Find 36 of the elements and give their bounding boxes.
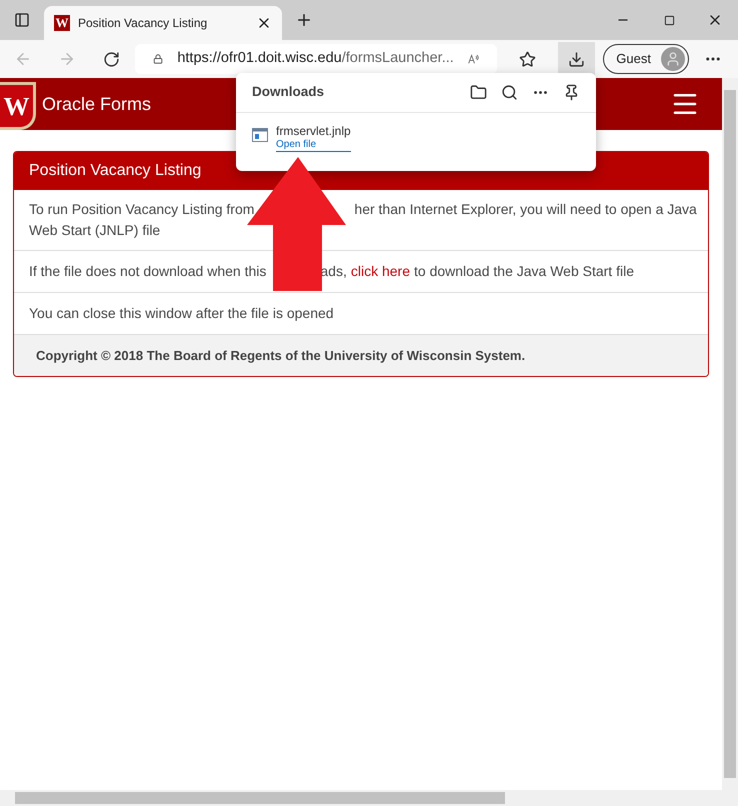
maximize-icon[interactable] xyxy=(664,14,674,26)
body-text: her than Internet Explorer, you will need to open a Java xyxy=(354,200,697,219)
new-tab-icon[interactable] xyxy=(295,11,313,29)
browser-tab[interactable]: W Position Vacancy Listing xyxy=(44,6,282,40)
favorites-icon[interactable] xyxy=(519,50,536,68)
body-text: to download the Java Web Start file xyxy=(414,262,634,281)
site-title: Oracle Forms xyxy=(42,92,152,116)
reload-icon[interactable] xyxy=(103,50,120,68)
favicon: W xyxy=(54,15,70,31)
folder-icon[interactable] xyxy=(470,84,487,101)
body-text: You can close this window after the file is opened xyxy=(29,304,334,323)
crest-logo: W xyxy=(0,82,36,130)
file-icon xyxy=(252,128,268,142)
open-file-link[interactable]: Open file xyxy=(276,139,351,152)
body-text: Web Start (JNLP) file xyxy=(29,221,160,240)
tab-actions-icon[interactable] xyxy=(14,12,30,28)
downloads-title: Downloads xyxy=(252,83,326,102)
file-name: frmservlet.jnlp xyxy=(276,123,351,139)
vertical-scrollbar[interactable] xyxy=(722,78,738,790)
read-aloud-icon[interactable] xyxy=(468,52,480,66)
download-item[interactable]: frmservlet.jnlp Open file xyxy=(236,113,596,152)
card-title: Position Vacancy Listing xyxy=(29,161,202,181)
horizontal-scrollbar[interactable] xyxy=(0,790,738,806)
pin-icon[interactable] xyxy=(563,84,580,101)
search-icon[interactable] xyxy=(501,84,518,101)
download-icon xyxy=(568,50,586,68)
downloads-button[interactable] xyxy=(558,42,596,76)
copyright-text: Copyright © 2018 The Board of Regents of the University of Wisconsin System. xyxy=(36,346,526,365)
body-text: If the file does not download when this xyxy=(29,262,266,281)
body-text: To run Position Vacancy Listing from xyxy=(29,200,254,219)
click-here-link[interactable]: click here xyxy=(350,261,410,282)
lock-icon xyxy=(153,52,164,66)
address-bar[interactable]: https://ofr01.doit.wisc.edu/formsLauncher... xyxy=(135,44,498,74)
body-text: ads, xyxy=(320,262,347,281)
profile-button[interactable]: Guest xyxy=(603,44,689,74)
avatar-icon xyxy=(664,51,681,67)
